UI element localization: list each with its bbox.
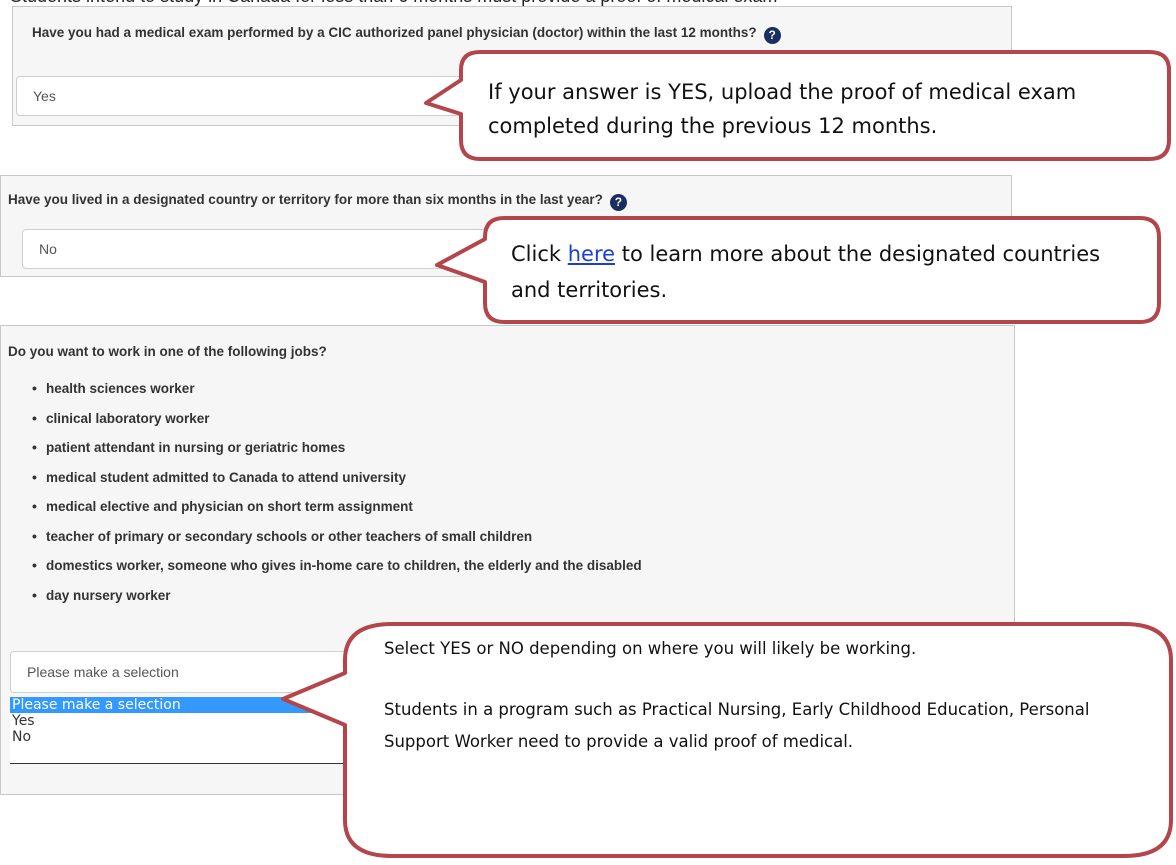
callout-1-text: If your answer is YES, upload the proof … bbox=[488, 80, 1077, 138]
callout-3-line2: Students in a program such as Practical … bbox=[384, 700, 1090, 751]
callout-3-line1: Select YES or NO depending on where you … bbox=[384, 639, 917, 658]
callout-2-before: Click bbox=[511, 242, 568, 266]
designated-countries-link[interactable]: here bbox=[568, 242, 615, 266]
callout-2-text: Click here to learn more about the desig… bbox=[511, 236, 1121, 308]
